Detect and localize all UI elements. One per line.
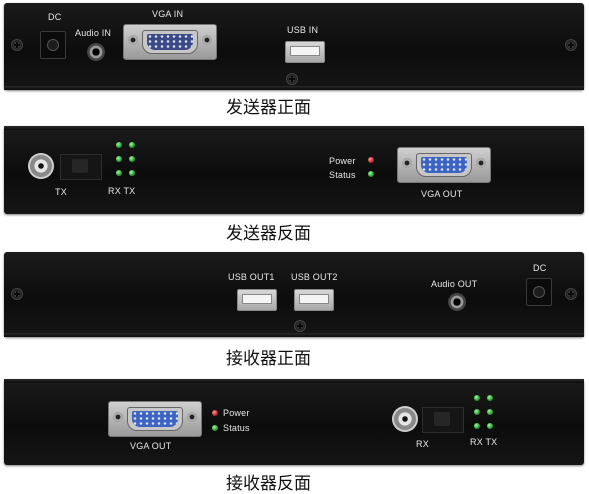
rx-tx-label: RX TX bbox=[470, 437, 498, 447]
receiver-back-caption: 接收器反面 bbox=[226, 474, 311, 494]
rx-optical-module bbox=[422, 407, 464, 433]
rx-led-2 bbox=[474, 409, 480, 415]
tx-led-1 bbox=[129, 142, 135, 148]
dc-power-jack bbox=[40, 31, 66, 59]
transmitter-front-caption: 发送器正面 bbox=[226, 98, 311, 118]
tx-led-3 bbox=[487, 423, 493, 429]
rx-led-3 bbox=[116, 170, 122, 176]
tx-label: TX bbox=[55, 187, 67, 197]
panel-flange bbox=[4, 379, 584, 383]
screw-icon bbox=[565, 288, 577, 300]
transmitter-back-caption: 发送器反面 bbox=[226, 224, 311, 244]
receiver-front-panel: USB OUT1 USB OUT2 Audio OUT DC bbox=[4, 252, 584, 337]
status-led bbox=[368, 171, 374, 177]
receiver-front-caption: 接收器正面 bbox=[226, 349, 311, 369]
rx-led-3 bbox=[474, 423, 480, 429]
usb-out2-label: USB OUT2 bbox=[291, 272, 338, 282]
screw-icon bbox=[565, 39, 577, 51]
screw-icon bbox=[11, 39, 23, 51]
vga-in-port bbox=[123, 24, 217, 60]
vga-in-label: VGA IN bbox=[152, 9, 184, 19]
rx-tx-label: RX TX bbox=[108, 186, 136, 196]
tx-led-3 bbox=[129, 170, 135, 176]
tx-fiber-connector bbox=[28, 153, 54, 179]
dc-power-jack bbox=[526, 278, 552, 306]
panel-flange bbox=[4, 86, 584, 90]
rx-fiber-connector bbox=[392, 406, 418, 432]
audio-out-jack bbox=[448, 293, 466, 311]
dc-label: DC bbox=[48, 12, 62, 22]
usb-out1-port bbox=[237, 289, 277, 311]
receiver-back-panel: VGA OUT Power Status RX RX TX bbox=[4, 379, 584, 465]
usb-out1-label: USB OUT1 bbox=[228, 272, 275, 282]
screw-icon bbox=[294, 320, 306, 332]
usb-in-label: USB IN bbox=[287, 25, 319, 35]
status-led bbox=[212, 425, 218, 431]
panel-flange bbox=[4, 333, 584, 337]
vga-out-port bbox=[397, 147, 491, 183]
rx-led-2 bbox=[116, 156, 122, 162]
usb-in-port bbox=[285, 41, 325, 63]
status-label: Status bbox=[223, 423, 250, 433]
panel-flange bbox=[4, 126, 584, 130]
transmitter-back-panel: TX RX TX Power Status VGA OUT bbox=[4, 126, 584, 214]
screw-icon bbox=[11, 288, 23, 300]
rx-label: RX bbox=[416, 439, 429, 449]
power-led bbox=[368, 157, 374, 163]
screw-icon bbox=[286, 73, 298, 85]
tx-led-2 bbox=[129, 156, 135, 162]
power-label: Power bbox=[223, 408, 250, 418]
tx-led-1 bbox=[487, 395, 493, 401]
dc-label: DC bbox=[533, 263, 547, 273]
power-led bbox=[212, 410, 218, 416]
vga-out-label: VGA OUT bbox=[421, 189, 463, 199]
usb-out2-port bbox=[294, 289, 334, 311]
rx-led-1 bbox=[116, 142, 122, 148]
power-label: Power bbox=[329, 156, 356, 166]
audio-in-label: Audio IN bbox=[75, 28, 112, 38]
vga-out-label: VGA OUT bbox=[130, 441, 172, 451]
vga-out-port bbox=[108, 401, 202, 437]
rx-led-1 bbox=[474, 395, 480, 401]
tx-optical-module bbox=[60, 154, 102, 180]
status-label: Status bbox=[329, 170, 356, 180]
tx-led-2 bbox=[487, 409, 493, 415]
transmitter-front-panel: DC Audio IN VGA IN USB IN bbox=[4, 3, 584, 90]
audio-out-label: Audio OUT bbox=[431, 279, 478, 289]
audio-in-jack bbox=[87, 43, 105, 61]
